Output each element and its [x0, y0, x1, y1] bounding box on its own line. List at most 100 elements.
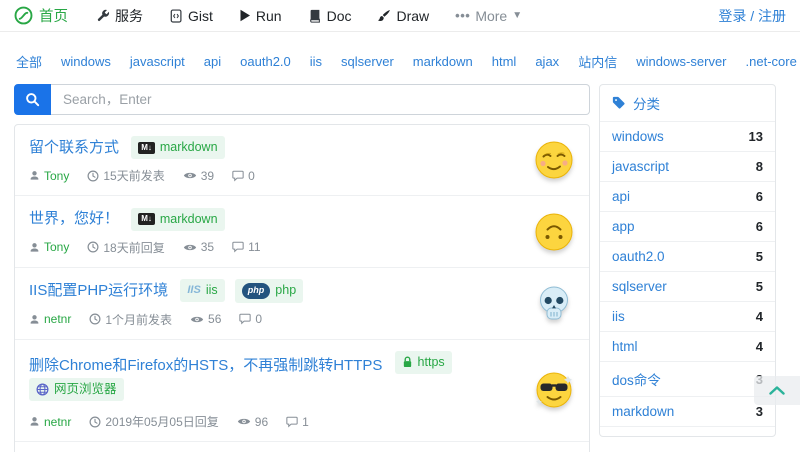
- nav-item-gist[interactable]: Gist: [169, 8, 213, 24]
- clock-icon: [87, 241, 99, 253]
- sidebar-item-markdown[interactable]: markdown 3: [600, 397, 775, 427]
- search-input[interactable]: [51, 84, 590, 115]
- sidebar-item-javascript[interactable]: javascript 8: [600, 152, 775, 182]
- sidebar-item-dos[interactable]: dos命令 3: [600, 362, 775, 397]
- sidebar-item-api[interactable]: api 6: [600, 182, 775, 212]
- avatar: [533, 283, 575, 323]
- tag-all[interactable]: 全部: [16, 52, 42, 71]
- post-tag-markdown[interactable]: M↓ markdown: [131, 208, 224, 231]
- views-count: 35: [201, 240, 214, 254]
- category-count: 6: [756, 189, 763, 204]
- tag-netcore[interactable]: .net-core: [746, 54, 797, 69]
- nav-item-more[interactable]: ••• More ▼: [455, 8, 522, 24]
- sidebar-item-windows[interactable]: windows 13: [600, 122, 775, 152]
- search-icon: [25, 92, 40, 107]
- post-title-link[interactable]: IIS配置PHP运行环境: [29, 282, 168, 299]
- post-tag-https[interactable]: https: [395, 351, 452, 374]
- post-views: 39: [183, 169, 214, 183]
- wrench-icon: [96, 9, 110, 23]
- comments-count: 0: [255, 312, 262, 326]
- nav-item-doc[interactable]: Doc: [308, 8, 352, 24]
- login-register-link[interactable]: 登录 / 注册: [718, 6, 786, 26]
- post-author[interactable]: netnr: [29, 415, 71, 429]
- markdown-icon: M↓: [138, 142, 155, 154]
- caret-down-icon: ▼: [512, 10, 522, 21]
- post-comments: 1: [286, 415, 309, 429]
- avatar: [533, 212, 575, 252]
- back-to-top-button[interactable]: [754, 376, 800, 405]
- journal-icon: [169, 9, 183, 23]
- author-name: Tony: [44, 169, 69, 183]
- post-title-link[interactable]: 世界，您好！: [29, 210, 119, 227]
- tag-javascript[interactable]: javascript: [130, 54, 185, 69]
- views-count: 39: [201, 169, 214, 183]
- tag-windows-server[interactable]: windows-server: [636, 54, 726, 69]
- post-tag-php[interactable]: php php: [235, 279, 303, 302]
- category-label: sqlserver: [612, 279, 667, 294]
- badge-label: markdown: [160, 138, 218, 157]
- comment-icon: [286, 416, 298, 428]
- post-title-link[interactable]: 留个联系方式: [29, 139, 119, 156]
- smirk-face-emoji: [534, 140, 574, 180]
- category-count: 6: [756, 219, 763, 234]
- post-row: 世界，您好！ M↓ markdown Tony 18天: [15, 196, 589, 267]
- category-label: iis: [612, 309, 625, 324]
- comments-count: 0: [248, 169, 255, 183]
- nav-label: Draw: [396, 8, 429, 24]
- clock-icon: [87, 170, 99, 182]
- category-label: oauth2.0: [612, 249, 665, 264]
- sidebar-item-guanshui[interactable]: 灌水 3: [600, 427, 775, 437]
- post-tag-markdown[interactable]: M↓ markdown: [131, 136, 224, 159]
- iis-icon: IIS: [187, 282, 200, 299]
- sidebar-item-app[interactable]: app 6: [600, 212, 775, 242]
- post-row: IIS配置PHP运行环境 IIS iis php php: [15, 268, 589, 340]
- netnr-logo-icon: [14, 6, 33, 25]
- person-icon: [29, 416, 40, 427]
- tag-sqlserver[interactable]: sqlserver: [341, 54, 394, 69]
- nav-label: Doc: [327, 8, 352, 24]
- sidebar-item-html[interactable]: html 4: [600, 332, 775, 362]
- post-row: 留个联系方式 M↓ markdown Tony 15天: [15, 125, 589, 196]
- chevron-up-icon: [769, 386, 785, 395]
- ellipsis-icon: •••: [455, 8, 470, 23]
- comment-icon: [232, 241, 244, 253]
- tag-ajax[interactable]: ajax: [535, 54, 559, 69]
- post-author[interactable]: Tony: [29, 169, 69, 183]
- tag-iis[interactable]: iis: [310, 54, 322, 69]
- home-brand-link[interactable]: 首页: [14, 5, 68, 26]
- post-time: 18天前回复: [87, 239, 164, 256]
- book-icon: [308, 9, 322, 23]
- lock-icon: [402, 356, 413, 368]
- person-icon: [29, 314, 40, 325]
- sidebar-item-iis[interactable]: iis 4: [600, 302, 775, 332]
- category-label: windows: [612, 129, 664, 144]
- post-tag-iis[interactable]: IIS iis: [180, 279, 224, 302]
- post-comments: 11: [232, 240, 260, 254]
- post-time: 15天前发表: [87, 167, 164, 184]
- post-author[interactable]: Tony: [29, 240, 69, 254]
- post-title-link[interactable]: 删除Chrome和Firefox的HSTS，不再强制跳转HTTPS: [29, 357, 382, 374]
- tag-oauth2[interactable]: oauth2.0: [240, 54, 291, 69]
- tag-icon: [612, 96, 626, 110]
- nav-item-draw[interactable]: Draw: [377, 8, 429, 24]
- search-button[interactable]: [14, 84, 51, 115]
- tag-api[interactable]: api: [204, 54, 221, 69]
- category-label: 灌水: [612, 434, 639, 437]
- badge-label: iis: [206, 281, 218, 300]
- nav-label: More: [475, 8, 507, 24]
- views-count: 56: [208, 312, 221, 326]
- nav-item-run[interactable]: Run: [239, 8, 282, 24]
- tag-zhanneixin[interactable]: 站内信: [578, 52, 617, 71]
- post-tag-browser[interactable]: 网页浏览器: [29, 378, 124, 401]
- tag-markdown[interactable]: markdown: [413, 54, 473, 69]
- tag-html[interactable]: html: [492, 54, 517, 69]
- sidebar-item-sqlserver[interactable]: sqlserver 5: [600, 272, 775, 302]
- home-label: 首页: [39, 5, 68, 26]
- tag-windows[interactable]: windows: [61, 54, 111, 69]
- sidebar-item-oauth2[interactable]: oauth2.0 5: [600, 242, 775, 272]
- post-author[interactable]: netnr: [29, 312, 71, 326]
- category-label: app: [612, 219, 635, 234]
- nav-item-services[interactable]: 服务: [96, 6, 143, 26]
- eye-icon: [190, 314, 204, 325]
- navbar: 首页 服务 Gist Run Doc: [0, 0, 800, 32]
